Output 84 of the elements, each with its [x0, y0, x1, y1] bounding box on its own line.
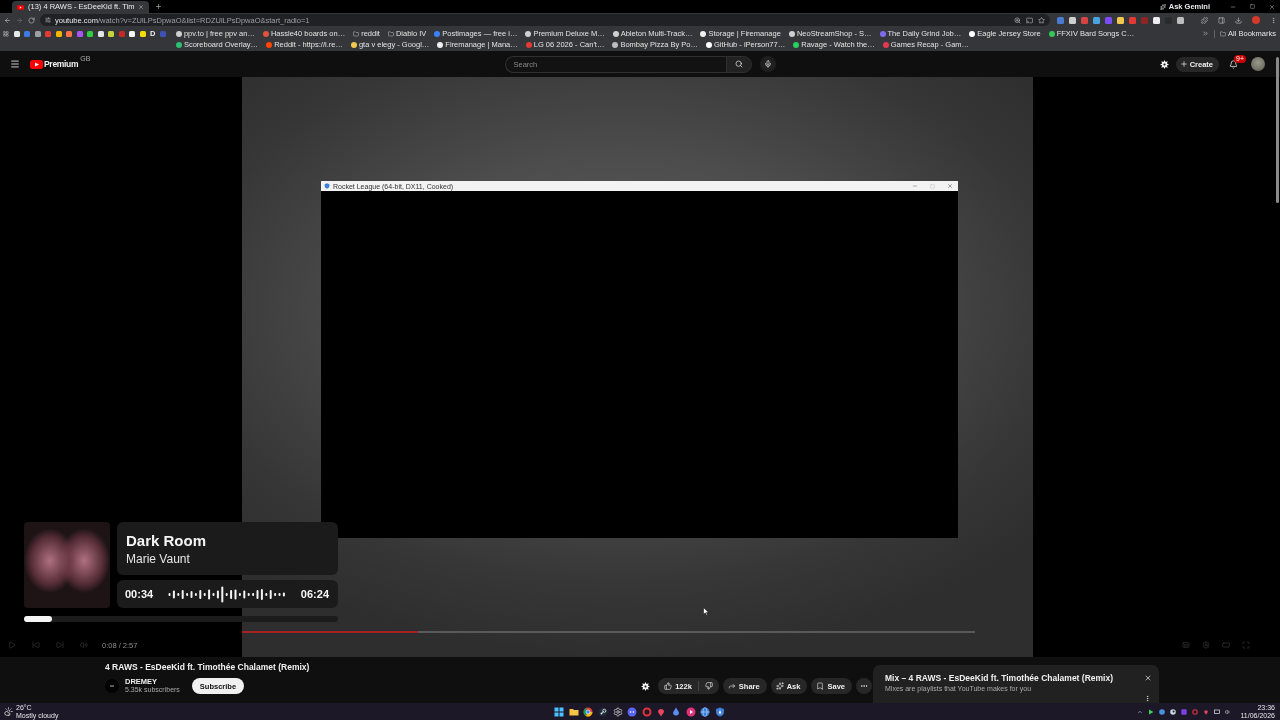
- disc-tray-icon[interactable]: [1170, 708, 1177, 715]
- circle-tray-icon[interactable]: [1159, 708, 1166, 715]
- favicon-icon[interactable]: [55, 30, 62, 37]
- folder-icon: [387, 30, 394, 37]
- account-avatar[interactable]: [1251, 57, 1265, 71]
- thumbs-down-icon: [704, 682, 713, 690]
- mic-icon: [763, 60, 772, 68]
- total-time: 06:24: [300, 588, 329, 600]
- chevron-up-icon[interactable]: [1137, 708, 1144, 715]
- profile-avatar[interactable]: [1252, 16, 1260, 24]
- more-icon: [860, 682, 868, 690]
- site-settings-icon[interactable]: [45, 17, 51, 23]
- cursor-icon: [703, 607, 709, 616]
- menu-icon[interactable]: [10, 59, 20, 69]
- voice-search-button[interactable]: [759, 56, 776, 72]
- square-tray-icon[interactable]: [1181, 708, 1188, 715]
- favicon-icon[interactable]: [13, 30, 20, 37]
- play-logo-icon: [17, 4, 24, 10]
- search-icon: [734, 60, 743, 68]
- map-pin-icon[interactable]: [656, 706, 667, 717]
- bell-icon[interactable]: [1229, 59, 1238, 69]
- mix-title: Mix – 4 RAWS - EsDeeKid ft. Timothée Chalamet (Remix): [885, 672, 1114, 683]
- close-icon[interactable]: [1144, 673, 1152, 682]
- thumbs-up-icon: [664, 682, 673, 690]
- song-artist: Marie Vaunt: [126, 551, 191, 566]
- song-title: Dark Room: [126, 531, 208, 549]
- extension-icon[interactable]: [1093, 16, 1100, 24]
- star-icon[interactable]: [1038, 16, 1045, 24]
- extension-icon[interactable]: [1069, 16, 1076, 24]
- shield-logo-icon[interactable]: [714, 706, 725, 717]
- side-panel-icon[interactable]: [1218, 16, 1225, 24]
- scrollbar-thumb[interactable]: [1276, 57, 1279, 203]
- more-button[interactable]: [856, 678, 872, 694]
- pin-tray-icon[interactable]: [1203, 708, 1210, 715]
- drop-icon[interactable]: [671, 706, 681, 717]
- favicon-icon[interactable]: [139, 30, 146, 37]
- monitor-tray-icon[interactable]: [1214, 708, 1221, 715]
- extension-icon[interactable]: [1177, 16, 1184, 24]
- download-icon[interactable]: [1235, 16, 1242, 24]
- elapsed-time: 00:34: [125, 588, 154, 600]
- extension-icon[interactable]: [1117, 16, 1124, 24]
- favicon-icon[interactable]: [129, 30, 135, 37]
- maximize-icon[interactable]: [1250, 4, 1255, 9]
- shield-icon: [324, 183, 330, 189]
- folder-icon: [353, 30, 360, 37]
- play-logo-icon: [30, 59, 43, 69]
- apps-grid-icon[interactable]: [3, 30, 9, 37]
- speaker-icon[interactable]: [1225, 708, 1232, 715]
- favicon-icon[interactable]: [34, 30, 41, 37]
- favicon-icon[interactable]: [108, 30, 114, 37]
- play-circle-icon[interactable]: [685, 706, 696, 717]
- ring-logo-icon[interactable]: [583, 706, 594, 717]
- starburst-icon[interactable]: [1159, 59, 1169, 69]
- starburst-icon[interactable]: [641, 681, 651, 691]
- favicon-icon[interactable]: [87, 30, 93, 37]
- folder-icon[interactable]: [568, 706, 579, 717]
- channel-avatar-icon[interactable]: [105, 679, 119, 693]
- puzzle-icon[interactable]: [1201, 16, 1208, 24]
- gear-icon[interactable]: [612, 706, 623, 717]
- folder-icon: [1220, 30, 1227, 37]
- sparkle-icon: [1159, 3, 1166, 10]
- plus-icon: [1179, 60, 1188, 68]
- favicon-icon[interactable]: [97, 30, 104, 37]
- share-icon: [727, 682, 736, 690]
- new-tab-icon[interactable]: [155, 3, 163, 10]
- globe-icon[interactable]: [700, 706, 711, 717]
- cloud-sun-icon: [4, 707, 13, 716]
- video-title: 4 RAWS - EsDeeKid ft. Timothée Chalamet (Remix): [105, 662, 311, 673]
- chevrons-right-icon[interactable]: [1202, 30, 1210, 37]
- back-icon[interactable]: [4, 16, 11, 24]
- sparkle-icon: [775, 682, 784, 690]
- song-progress-track[interactable]: [24, 616, 338, 622]
- zoom-icon[interactable]: [1014, 16, 1021, 24]
- search-button[interactable]: [725, 55, 752, 73]
- triangle-tray-icon[interactable]: [1148, 708, 1155, 715]
- ring-tray-icon[interactable]: [1192, 708, 1199, 715]
- dots-circle-icon[interactable]: [627, 706, 638, 717]
- extension-icon[interactable]: [1153, 16, 1160, 24]
- cast-icon[interactable]: [1026, 16, 1033, 24]
- windows-logo-icon[interactable]: [554, 706, 565, 717]
- bookmark-icon: [816, 682, 825, 690]
- linked-circles-icon[interactable]: [598, 706, 608, 717]
- reload-icon[interactable]: [28, 16, 35, 24]
- ring-icon[interactable]: [641, 706, 652, 717]
